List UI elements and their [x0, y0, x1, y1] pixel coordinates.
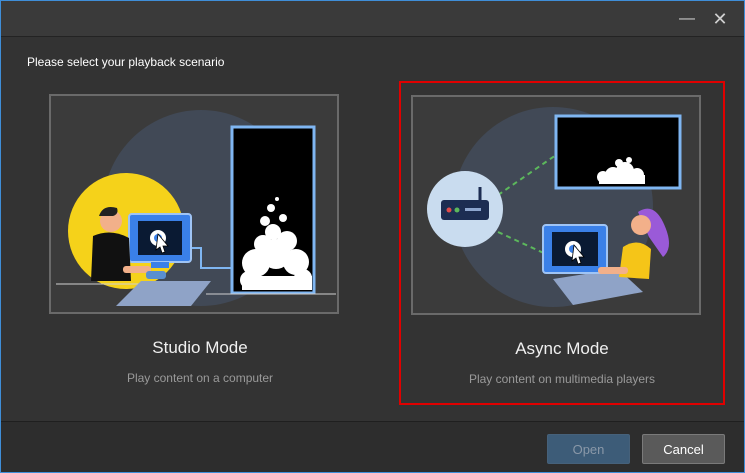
dialog-footer: Open Cancel — [1, 421, 744, 472]
scenario-prompt: Please select your playback scenario — [27, 55, 225, 69]
studio-mode-title: Studio Mode — [152, 338, 248, 357]
async-mode-title: Async Mode — [515, 339, 609, 358]
studio-mode-subtitle: Play content on a computer — [126, 371, 274, 385]
async-illustration — [411, 95, 701, 315]
close-icon[interactable]: ✕ — [710, 9, 730, 29]
open-button[interactable]: Open — [547, 434, 630, 464]
studio-illustration — [49, 94, 339, 314]
dialog-window: — ✕ Please select your playback scenario — [0, 0, 745, 473]
minimize-icon[interactable]: — — [677, 9, 697, 29]
title-bar: — ✕ — [1, 1, 744, 37]
studio-mode-card[interactable]: Studio Mode Play content on a computer — [37, 81, 363, 405]
cancel-button[interactable]: Cancel — [642, 434, 725, 464]
async-mode-subtitle: Play content on multimedia players — [468, 372, 656, 386]
async-mode-card[interactable]: Async Mode Play content on multimedia pl… — [399, 81, 725, 405]
